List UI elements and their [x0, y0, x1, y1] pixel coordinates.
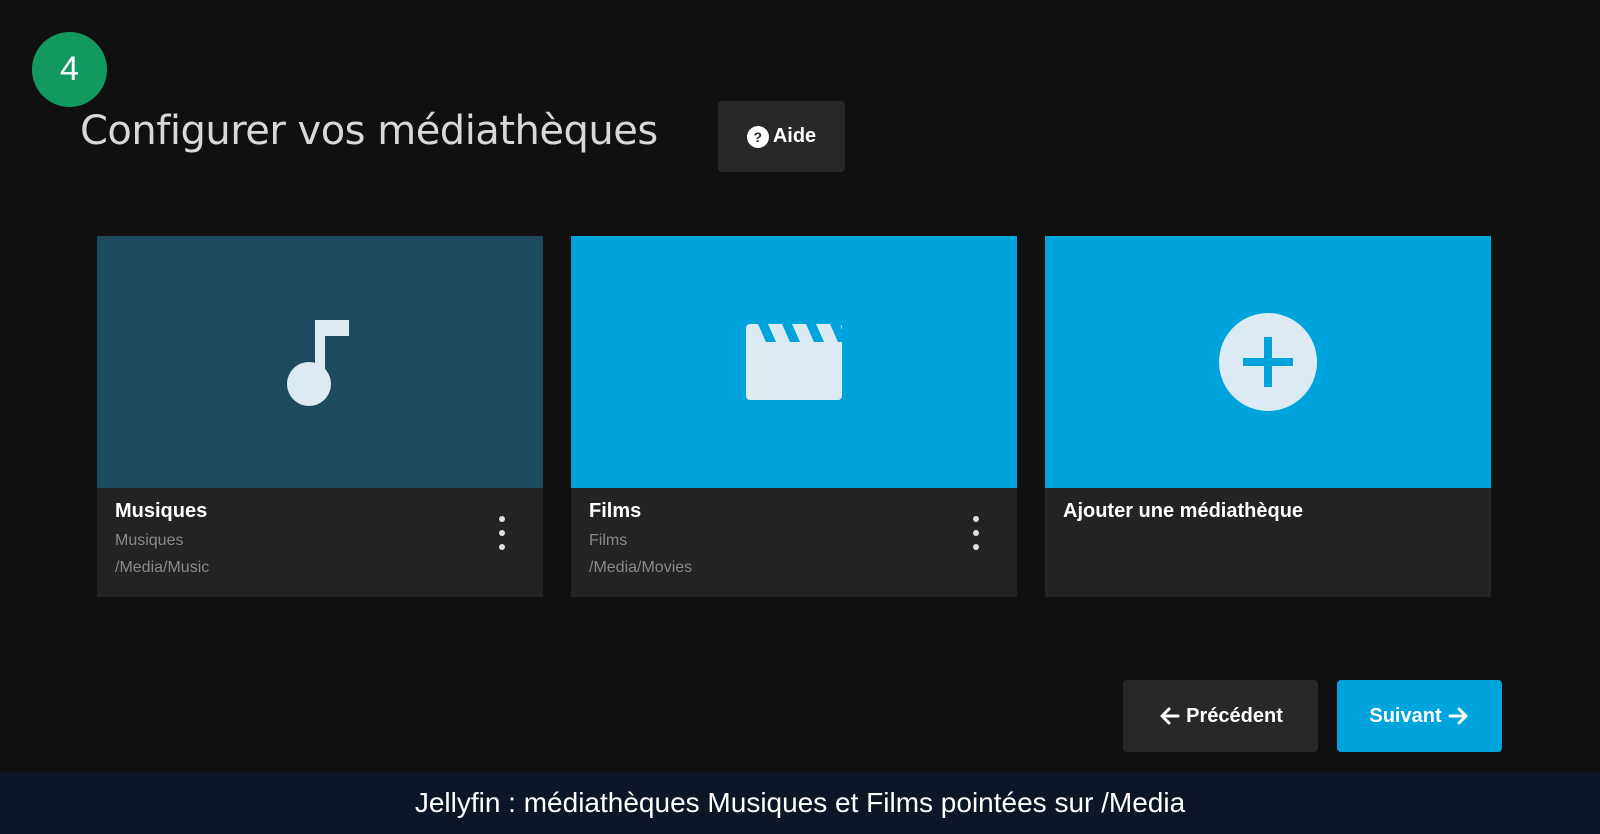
add-library-card[interactable]: Ajouter une médiathèque [1045, 236, 1491, 597]
caption-text: Jellyfin : médiathèques Musiques et Film… [414, 787, 1186, 818]
previous-button-label: Précédent [1186, 704, 1283, 727]
page-title: Configurer vos médiathèques [80, 108, 658, 154]
add-circle-icon [1219, 313, 1317, 411]
next-button[interactable]: Suivant [1337, 680, 1502, 752]
library-name: Films [589, 500, 642, 522]
music-note-icon [287, 320, 349, 406]
library-card-music[interactable]: Musiques Musiques /Media/Music [97, 236, 543, 597]
help-button-label: Aide [772, 125, 817, 147]
library-card-footer: Ajouter une médiathèque [1045, 488, 1491, 597]
library-type: Films [589, 532, 628, 549]
library-card-footer: Films Films /Media/Movies [571, 488, 1017, 597]
arrow-right-icon [1448, 707, 1468, 725]
caption-bar: Jellyfin : médiathèques Musiques et Film… [0, 772, 1600, 834]
library-name: Musiques [115, 500, 208, 522]
library-card-image[interactable] [571, 236, 1017, 488]
help-icon: ? [746, 125, 769, 148]
more-options-icon[interactable] [971, 516, 981, 550]
library-path: /Media/Music [115, 559, 210, 576]
more-options-icon[interactable] [497, 516, 507, 550]
previous-button[interactable]: Précédent [1123, 680, 1318, 752]
next-button-label: Suivant [1369, 704, 1442, 727]
arrow-left-icon [1160, 707, 1180, 725]
library-card-image[interactable] [97, 236, 543, 488]
library-card-movies[interactable]: Films Films /Media/Movies [571, 236, 1017, 597]
step-badge: 4 [32, 32, 107, 107]
library-grid: Musiques Musiques /Media/Music Films Fil… [97, 236, 1491, 597]
library-card-image[interactable] [1045, 236, 1491, 488]
help-button[interactable]: ? Aide [718, 101, 845, 172]
clapperboard-icon [746, 324, 842, 400]
library-card-footer: Musiques Musiques /Media/Music [97, 488, 543, 597]
library-type: Musiques [115, 532, 184, 549]
library-path: /Media/Movies [589, 559, 693, 576]
add-library-label: Ajouter une médiathèque [1063, 500, 1304, 522]
